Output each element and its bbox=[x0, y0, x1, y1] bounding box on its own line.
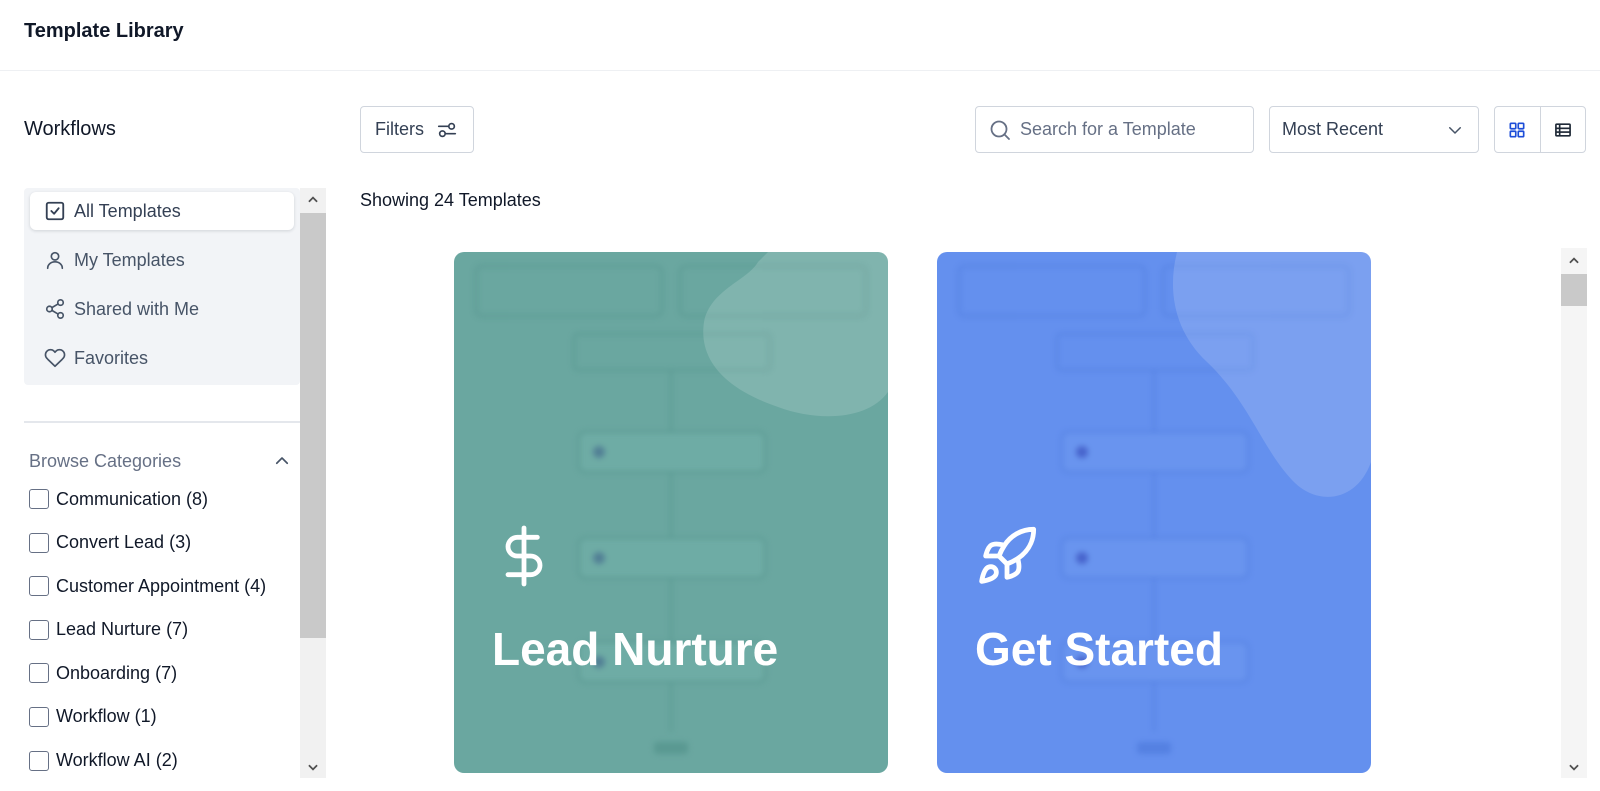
grid-icon bbox=[1509, 122, 1525, 137]
sidebar-item-label: My Templates bbox=[74, 249, 185, 270]
card-title: Get Started bbox=[975, 623, 1223, 675]
dollar-icon bbox=[505, 525, 543, 587]
chevron-up-icon bbox=[275, 457, 289, 465]
category-checkbox[interactable] bbox=[29, 532, 49, 553]
heart-icon bbox=[44, 347, 66, 369]
template-card-lead-nurture[interactable]: Lead Nurture bbox=[454, 252, 888, 773]
sidebar-divider bbox=[24, 421, 300, 423]
sidebar-item-shared-with-me[interactable]: Shared with Me bbox=[30, 290, 294, 328]
search-box[interactable] bbox=[975, 106, 1254, 153]
category-checkbox[interactable] bbox=[29, 663, 49, 684]
user-icon bbox=[44, 249, 66, 271]
category-item[interactable]: Workflow AI (2) bbox=[29, 746, 297, 776]
chevron-down-icon bbox=[1569, 764, 1579, 771]
sliders-icon bbox=[437, 122, 457, 137]
browse-categories-toggle[interactable]: Browse Categories bbox=[29, 449, 297, 473]
template-count: Showing 24 Templates bbox=[360, 190, 541, 210]
category-label: Workflow AI (2) bbox=[56, 750, 178, 771]
category-item[interactable]: Convert Lead (3) bbox=[29, 528, 297, 558]
category-checkbox[interactable] bbox=[29, 489, 49, 509]
sidebar-scroll-up-button[interactable] bbox=[300, 189, 326, 211]
sidebar-item-label: Shared with Me bbox=[74, 298, 200, 319]
category-checkbox[interactable] bbox=[29, 706, 49, 727]
sidebar-scroll-down-button[interactable] bbox=[300, 756, 326, 778]
category-label: Workflow (1) bbox=[56, 706, 157, 727]
list-view-button[interactable] bbox=[1539, 107, 1585, 152]
sort-select[interactable]: Most Recent bbox=[1269, 106, 1479, 153]
chevron-up-icon bbox=[1569, 257, 1579, 264]
chevron-down-icon bbox=[308, 764, 318, 771]
check-square-icon bbox=[44, 200, 66, 222]
category-label: Communication (8) bbox=[56, 488, 209, 509]
sidebar-item-my-templates[interactable]: My Templates bbox=[30, 241, 294, 279]
chevron-up-icon bbox=[308, 196, 318, 203]
sort-select-value: Most Recent bbox=[1282, 119, 1384, 139]
filters-button[interactable]: Filters bbox=[360, 106, 474, 153]
category-item[interactable]: Customer Appointment (4) bbox=[29, 571, 297, 601]
card-title: Lead Nurture bbox=[492, 623, 779, 675]
category-item[interactable]: Onboarding (7) bbox=[29, 658, 297, 688]
category-label: Lead Nurture (7) bbox=[56, 619, 189, 640]
search-input[interactable] bbox=[1020, 119, 1240, 140]
category-checkbox[interactable] bbox=[29, 750, 49, 771]
decorative-blob bbox=[1172, 252, 1371, 497]
search-icon bbox=[990, 120, 1010, 140]
section-title: Workflows bbox=[24, 118, 116, 140]
decorative-blob bbox=[703, 252, 888, 417]
share-icon bbox=[44, 298, 66, 320]
sidebar-item-label: Favorites bbox=[74, 347, 149, 368]
category-label: Onboarding (7) bbox=[56, 662, 178, 683]
rocket-icon bbox=[979, 526, 1037, 584]
filters-label: Filters bbox=[375, 119, 424, 139]
list-icon bbox=[1555, 122, 1571, 137]
main-scrollbar-thumb[interactable] bbox=[1561, 274, 1587, 306]
sidebar-scrollbar-thumb[interactable] bbox=[300, 213, 326, 638]
sidebar-item-label: All Templates bbox=[74, 200, 181, 221]
main-scroll-up-button[interactable] bbox=[1561, 250, 1587, 272]
main-scrollbar[interactable] bbox=[1561, 248, 1587, 778]
category-label: Convert Lead (3) bbox=[56, 532, 192, 553]
template-card-get-started[interactable]: Get Started bbox=[937, 252, 1371, 773]
grid-view-button[interactable] bbox=[1495, 107, 1540, 152]
sidebar-nav: All Templates My Templates Shared with M… bbox=[24, 188, 300, 385]
category-list: Communication (8) Convert Lead (3) Custo… bbox=[29, 484, 297, 789]
chevron-down-icon bbox=[1449, 126, 1461, 134]
category-label: Customer Appointment (4) bbox=[56, 575, 267, 596]
main-scroll-down-button[interactable] bbox=[1561, 756, 1587, 778]
category-checkbox[interactable] bbox=[29, 619, 49, 640]
category-item[interactable]: Workflow (1) bbox=[29, 702, 297, 732]
browse-categories-title: Browse Categories bbox=[29, 450, 182, 471]
category-item[interactable]: Communication (8) bbox=[29, 484, 297, 514]
sidebar-item-favorites[interactable]: Favorites bbox=[30, 339, 294, 377]
page-title: Template Library bbox=[24, 20, 184, 42]
top-bar: Template Library bbox=[0, 0, 1600, 71]
view-toggle bbox=[1494, 106, 1586, 153]
category-item[interactable]: Lead Nurture (7) bbox=[29, 615, 297, 645]
sidebar-item-all-templates[interactable]: All Templates bbox=[30, 192, 294, 230]
category-checkbox[interactable] bbox=[29, 576, 49, 597]
